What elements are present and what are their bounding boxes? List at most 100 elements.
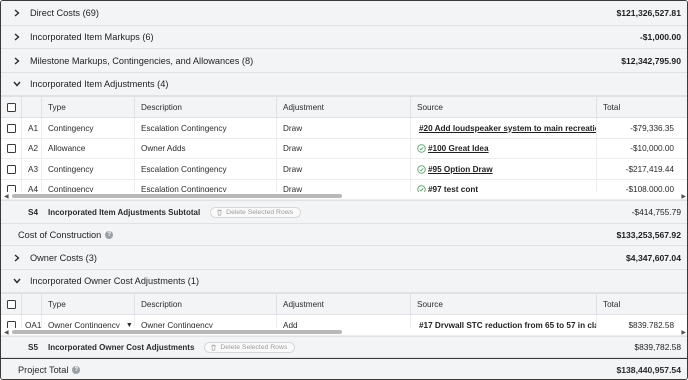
total-column-header[interactable]: Total — [597, 97, 687, 118]
source-link[interactable]: #20 Add loudspeaker system to main recre… — [419, 124, 596, 133]
row-adjustment[interactable]: Draw — [277, 159, 411, 179]
row-description[interactable]: Escalation Contingency — [135, 159, 277, 179]
project-total-label: Project Total — [18, 365, 69, 375]
delete-selected-rows-button[interactable]: Delete Selected Rows — [210, 206, 302, 218]
section-owner-costs[interactable]: Owner Costs (3) $4,347,607.04 — [1, 246, 687, 270]
section-amount: $12,342,795.90 — [621, 55, 681, 66]
source-link[interactable]: #100 Great Idea — [428, 144, 489, 153]
row-select-cell — [1, 159, 22, 179]
row-id: A2 — [22, 138, 42, 159]
subtotal-label: Incorporated Item Adjustments Subtotal — [48, 207, 201, 217]
subtotal-label: Incorporated Owner Cost Adjustments — [48, 342, 195, 352]
trash-icon — [217, 209, 222, 215]
info-icon[interactable]: ? — [72, 366, 81, 374]
chevron-down-icon[interactable] — [12, 278, 22, 284]
table-row[interactable]: A2 Allowance Owner Adds Draw #100 Great … — [1, 138, 687, 159]
project-total-row: Project Total ? $138,440,957.54 — [1, 358, 687, 379]
section-title: Owner Costs (3) — [30, 252, 97, 263]
scrollbar-thumb[interactable] — [12, 193, 342, 198]
cost-of-construction-title: Cost of Construction ? — [18, 229, 114, 240]
adjustment-column-header[interactable]: Adjustment — [277, 97, 411, 118]
section-milestone-markups[interactable]: Milestone Markups, Contingencies, and Al… — [1, 49, 687, 73]
owner-adjustments-subtotal-row: S5 Incorporated Owner Cost Adjustments D… — [1, 336, 687, 358]
section-amount: $121,326,527.81 — [616, 8, 681, 18]
project-total-amount: $138,440,957.54 — [616, 365, 681, 375]
source-column-header[interactable]: Source — [411, 294, 597, 315]
delete-selected-rows-button[interactable]: Delete Selected Rows — [204, 341, 296, 353]
check-circle-icon — [417, 164, 426, 174]
row-source: #95 Option Draw — [411, 159, 597, 179]
row-checkbox[interactable] — [6, 164, 16, 174]
section-title: Incorporated Item Markups (6) — [30, 32, 154, 42]
table-row[interactable]: A3 Contingency Escalation Contingency Dr… — [1, 159, 687, 180]
delete-selected-rows-label: Delete Selected Rows — [220, 343, 288, 351]
type-column-header[interactable]: Type — [42, 97, 135, 118]
row-id: A1 — [22, 118, 42, 138]
row-type[interactable]: Contingency — [42, 159, 135, 179]
description-column-header[interactable]: Description — [135, 97, 277, 118]
row-adjustment[interactable]: Draw — [277, 138, 411, 159]
row-total: -$10,000.00 — [630, 144, 674, 153]
row-id: A3 — [22, 159, 42, 179]
section-incorporated-item-adjustments[interactable]: Incorporated Item Adjustments (4) — [1, 73, 687, 96]
subtotal-id: S4 — [28, 207, 39, 217]
source-link[interactable]: #95 Option Draw — [428, 165, 493, 174]
id-column-header — [22, 97, 42, 118]
row-select-cell — [1, 118, 22, 138]
row-checkbox[interactable] — [6, 144, 16, 153]
total-column-header[interactable]: Total — [597, 294, 687, 315]
description-column-header[interactable]: Description — [135, 294, 277, 315]
row-total: -$79,336.35 — [630, 123, 674, 133]
section-title: Incorporated Owner Cost Adjustments (1) — [30, 276, 200, 286]
scroll-left-icon[interactable]: ◀ — [4, 193, 9, 200]
chevron-right-icon[interactable] — [12, 56, 22, 65]
chevron-right-icon[interactable] — [12, 9, 22, 17]
item-adjustments-subtotal-row: S4 Incorporated Item Adjustments Subtota… — [1, 200, 687, 224]
row-select-cell — [1, 138, 22, 159]
adjustment-column-header[interactable]: Adjustment — [277, 294, 411, 315]
delete-selected-rows-label: Delete Selected Rows — [226, 208, 294, 216]
check-circle-icon — [417, 144, 426, 153]
row-type[interactable]: Allowance — [42, 138, 135, 159]
select-all-checkbox[interactable] — [6, 300, 16, 309]
subtotal-amount: -$414,755.79 — [631, 207, 681, 217]
chevron-right-icon[interactable] — [12, 33, 22, 41]
type-column-header[interactable]: Type — [42, 294, 135, 315]
horizontal-scrollbar[interactable]: ◀ ▶ — [1, 192, 687, 200]
source-column-header[interactable]: Source — [411, 97, 597, 118]
section-incorporated-owner-cost-adjustments[interactable]: Incorporated Owner Cost Adjustments (1) — [1, 270, 687, 293]
table-row[interactable]: A1 Contingency Escalation Contingency Dr… — [1, 118, 687, 139]
scroll-right-icon[interactable]: ▶ — [681, 329, 686, 336]
chevron-down-icon[interactable] — [12, 81, 22, 87]
item-adjustments-header-row: Type Description Adjustment Source Total — [1, 96, 687, 118]
subtotal-id: S5 — [28, 342, 39, 352]
info-icon[interactable]: ? — [105, 230, 114, 239]
section-direct-costs[interactable]: Direct Costs (69) $121,326,527.81 — [1, 1, 687, 26]
cost-of-construction-label: Cost of Construction — [18, 229, 102, 240]
row-source: #100 Great Idea — [411, 138, 597, 159]
cost-of-construction-amount: $133,253,567.92 — [616, 229, 681, 240]
section-title: Direct Costs (69) — [30, 8, 99, 18]
subtotal-amount: $839,782.58 — [634, 342, 681, 352]
row-source: #20 Add loudspeaker system to main recre… — [411, 118, 597, 138]
row-checkbox[interactable] — [6, 123, 16, 133]
cost-of-construction-row: Cost of Construction ? $133,253,567.92 — [1, 224, 687, 246]
id-column-header — [22, 294, 42, 315]
horizontal-scrollbar[interactable]: ◀ ▶ — [1, 328, 687, 336]
section-title: Incorporated Item Adjustments (4) — [30, 79, 169, 89]
row-type[interactable]: Contingency — [42, 118, 135, 138]
scrollbar-thumb[interactable] — [12, 329, 342, 334]
section-incorporated-item-markups[interactable]: Incorporated Item Markups (6) -$1,000.00 — [1, 26, 687, 49]
scroll-left-icon[interactable]: ◀ — [4, 329, 9, 336]
select-all-checkbox[interactable] — [6, 103, 16, 112]
row-description[interactable]: Owner Adds — [135, 138, 277, 159]
row-adjustment[interactable]: Draw — [277, 118, 411, 138]
select-all-cell — [1, 294, 22, 315]
chevron-right-icon[interactable] — [12, 253, 22, 262]
project-total-title: Project Total ? — [18, 365, 81, 375]
row-description[interactable]: Escalation Contingency — [135, 118, 277, 138]
row-total: -$217,419.44 — [625, 164, 674, 174]
section-title: Milestone Markups, Contingencies, and Al… — [30, 55, 254, 66]
section-amount: $4,347,607.04 — [626, 252, 681, 263]
scroll-right-icon[interactable]: ▶ — [681, 193, 686, 200]
